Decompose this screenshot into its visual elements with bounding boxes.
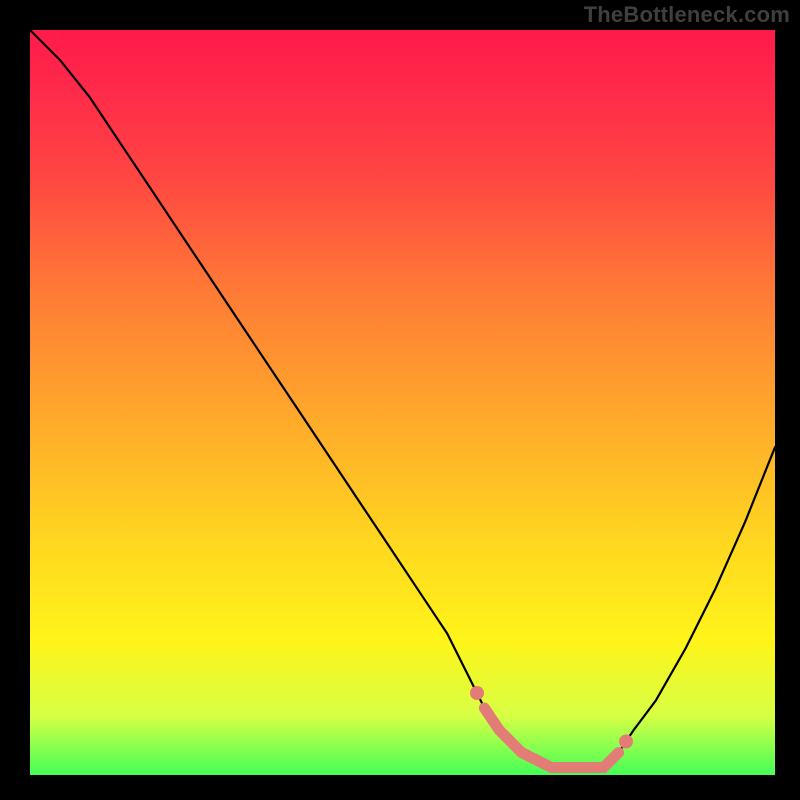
curve-layer (30, 30, 775, 775)
highlight-dot-right (619, 735, 633, 749)
valley-highlight (484, 708, 618, 768)
bottleneck-curve (30, 30, 775, 768)
highlight-dot-left (470, 686, 484, 700)
plot-area (30, 30, 775, 775)
chart-frame: TheBottleneck.com (0, 0, 800, 800)
watermark-text: TheBottleneck.com (584, 2, 790, 28)
